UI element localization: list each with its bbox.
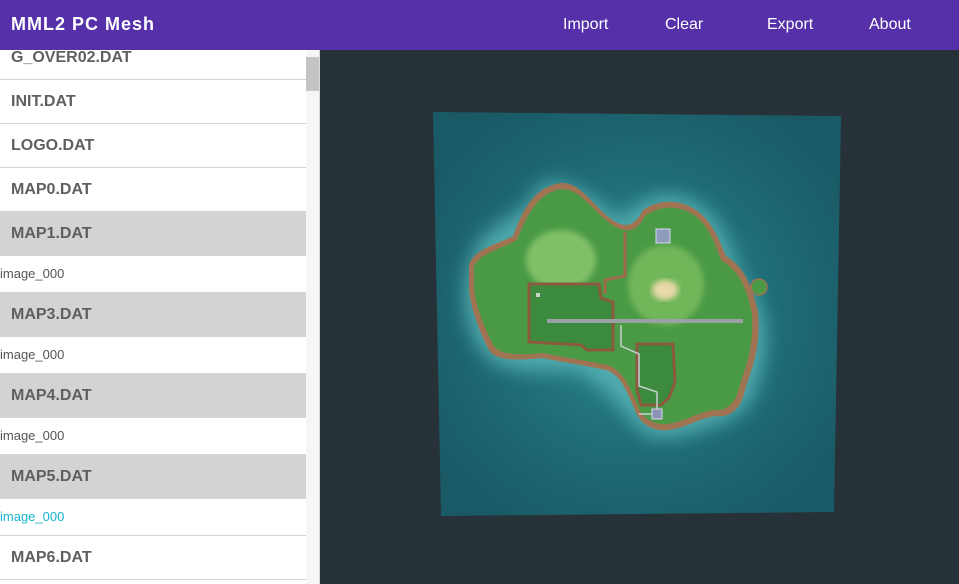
app-title: MML2 PC Mesh xyxy=(11,14,156,34)
file-child-item[interactable]: image_000 xyxy=(0,499,306,536)
sidebar-scrollbar[interactable] xyxy=(306,50,319,584)
file-child-item[interactable]: image_000 xyxy=(0,337,306,374)
import-button[interactable]: Import xyxy=(563,16,608,34)
inner-canyon xyxy=(635,342,677,407)
clear-button[interactable]: Clear xyxy=(665,16,703,34)
file-child-item[interactable]: image_000 xyxy=(0,256,306,293)
file-list: G_OVER02.DAT INIT.DAT LOGO.DAT MAP0.DAT MAP1… xyxy=(0,50,306,580)
file-row[interactable]: MAP3.DAT xyxy=(0,293,306,337)
map-mesh-render[interactable] xyxy=(321,50,959,584)
map-marker xyxy=(651,408,663,420)
map-marker xyxy=(536,293,540,297)
file-row[interactable]: INIT.DAT xyxy=(0,80,306,124)
sand-patch xyxy=(652,280,678,300)
file-row[interactable]: MAP0.DAT xyxy=(0,168,306,212)
file-child-item[interactable]: image_000 xyxy=(0,418,306,455)
scrollbar-thumb[interactable] xyxy=(306,57,319,91)
mesh-viewport[interactable] xyxy=(321,50,959,584)
inner-canyon xyxy=(527,282,615,352)
about-button[interactable]: About xyxy=(869,16,911,34)
file-row[interactable]: G_OVER02.DAT xyxy=(0,50,306,80)
file-row[interactable]: MAP1.DAT xyxy=(0,212,306,256)
file-row[interactable]: MAP5.DAT xyxy=(0,455,306,499)
islet xyxy=(750,278,768,296)
file-row[interactable]: MAP6.DAT xyxy=(0,536,306,580)
map-marker xyxy=(655,228,671,244)
file-row[interactable]: MAP4.DAT xyxy=(0,374,306,418)
grass-highlight xyxy=(526,230,596,290)
file-sidebar: G_OVER02.DAT INIT.DAT LOGO.DAT MAP0.DAT MAP1… xyxy=(0,50,320,584)
file-row[interactable]: LOGO.DAT xyxy=(0,124,306,168)
app-header: MML2 PC Mesh Import Clear Export About xyxy=(0,0,959,50)
export-button[interactable]: Export xyxy=(767,16,813,34)
